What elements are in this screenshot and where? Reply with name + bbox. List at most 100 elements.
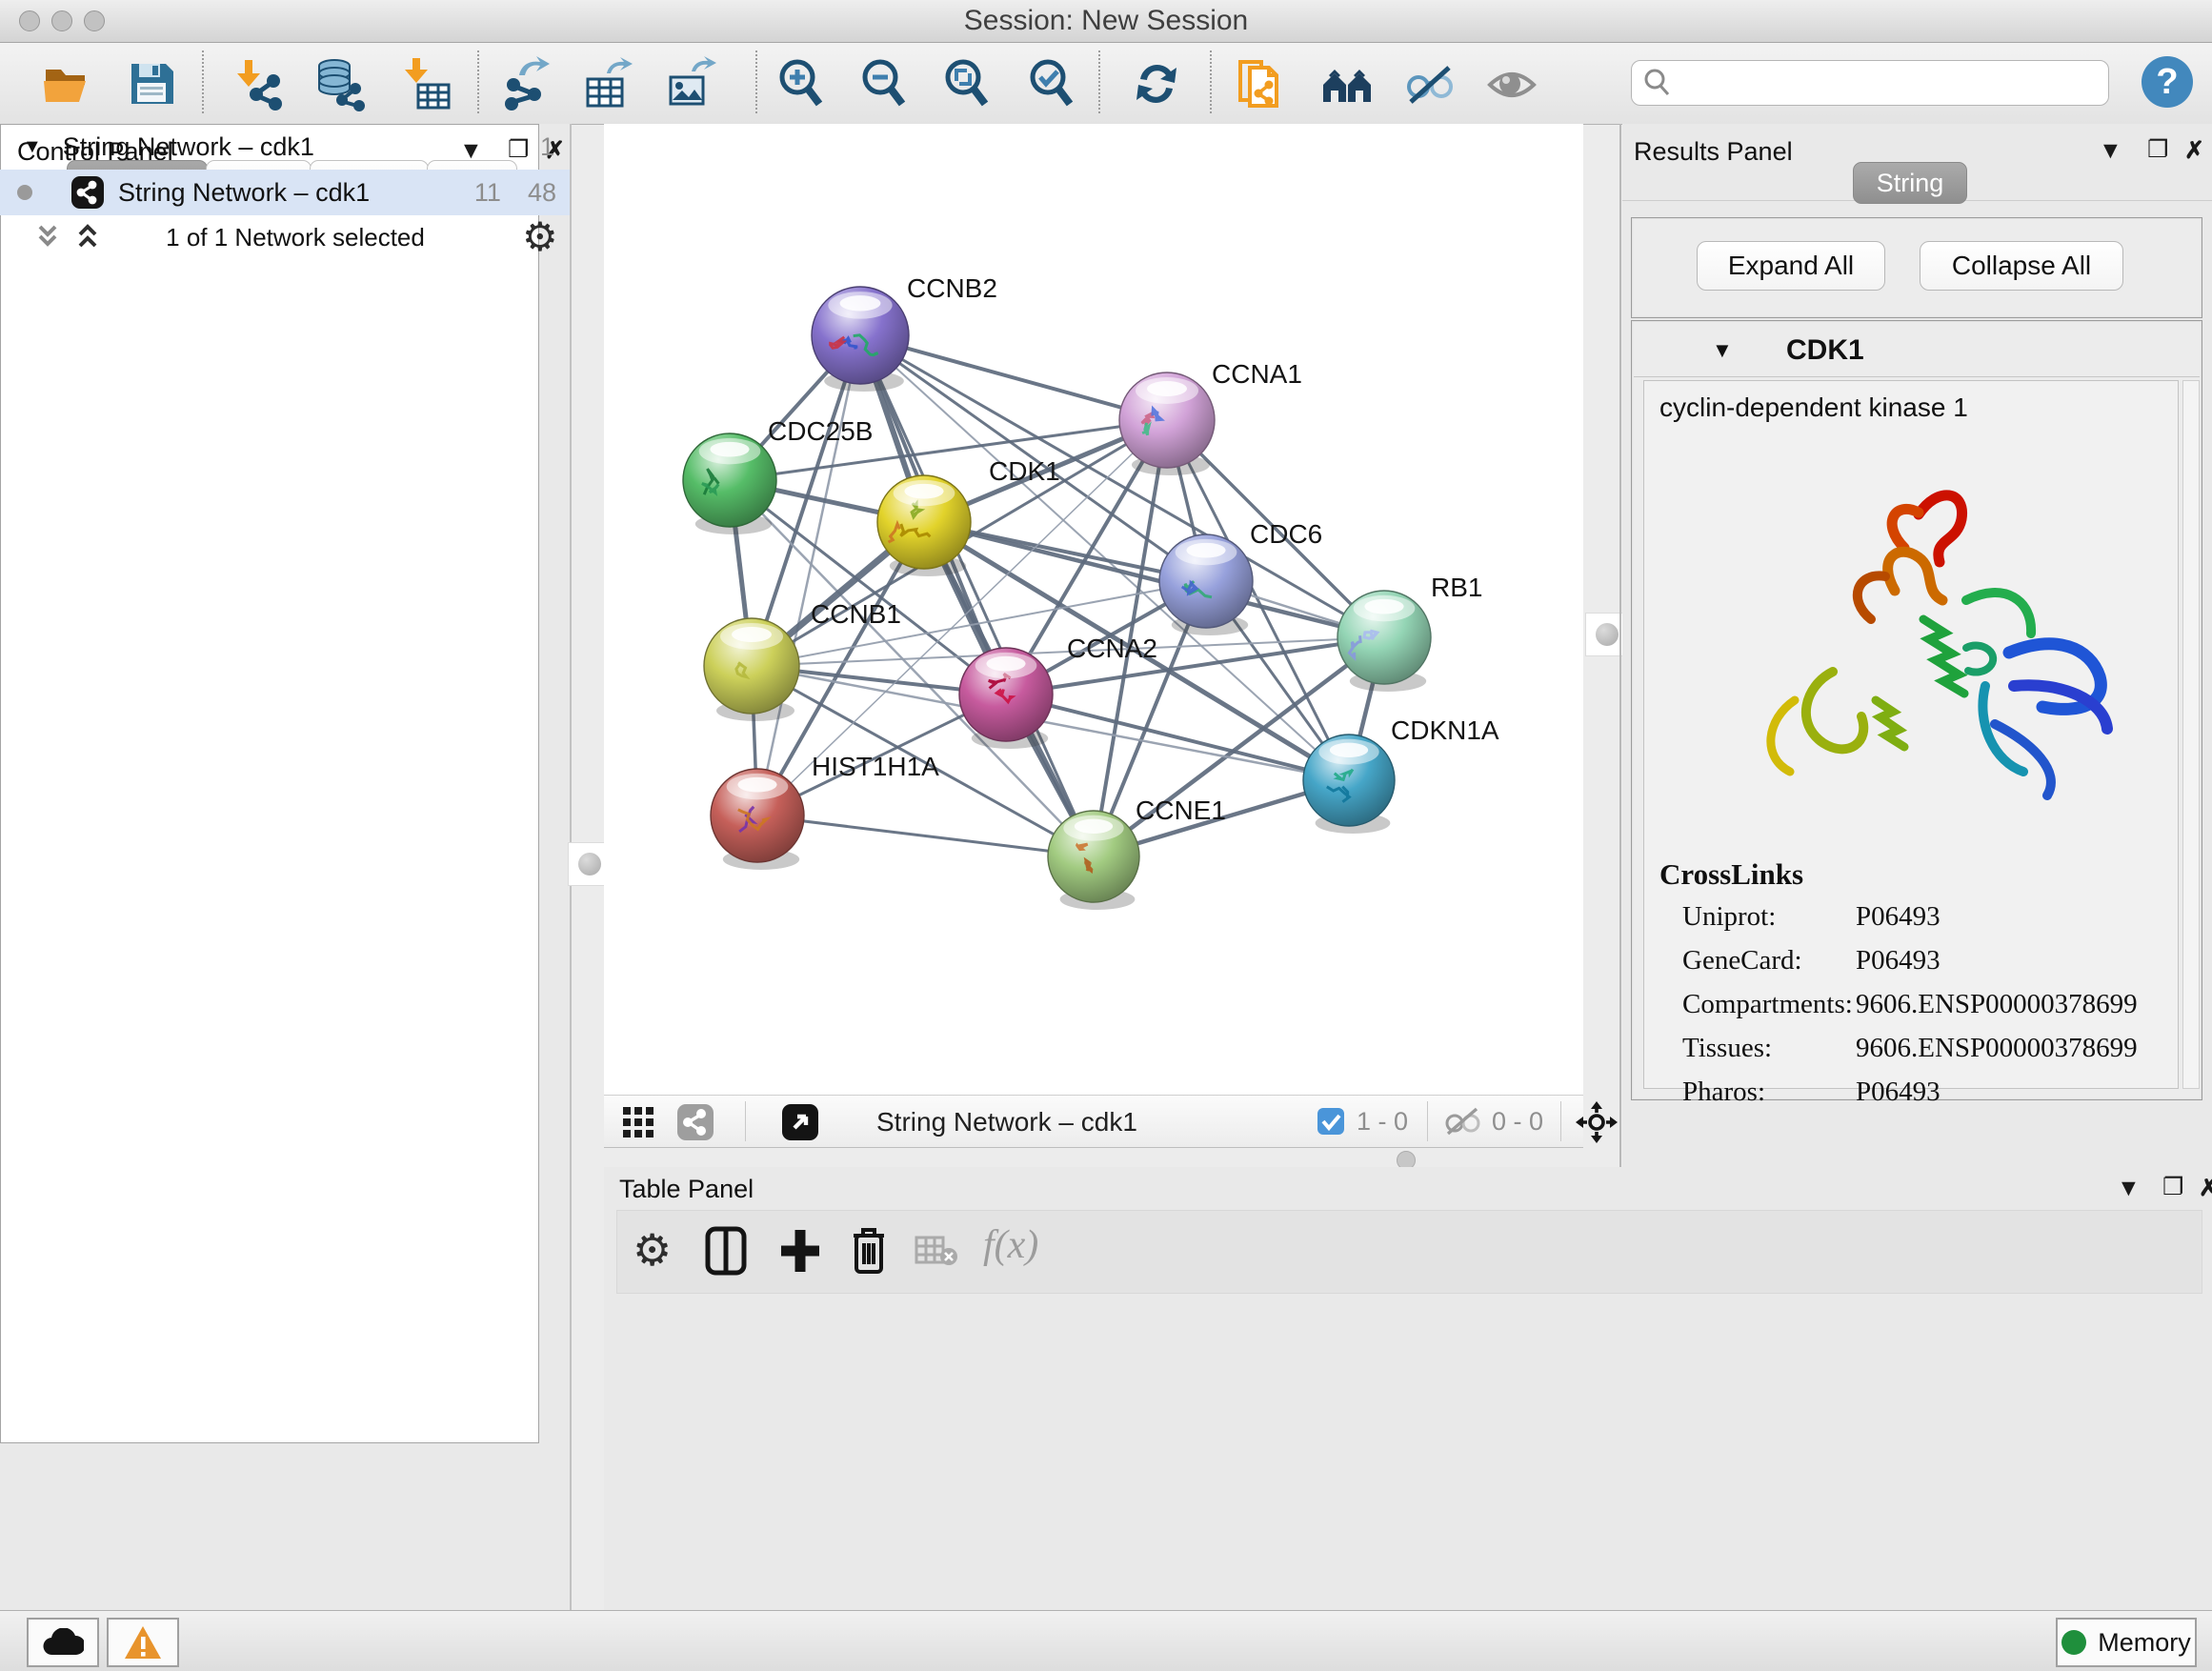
clone-network-icon[interactable] <box>1233 56 1288 111</box>
node-label-CDK1: CDK1 <box>989 456 1060 486</box>
node-label-CCNB2: CCNB2 <box>907 273 997 303</box>
table-panel-title: Table Panel <box>619 1175 754 1204</box>
network-collection-row[interactable]: ▼ String Network – cdk1 1 <box>0 124 570 170</box>
show-panel-eye-icon[interactable] <box>1484 56 1539 111</box>
collapse-all-button[interactable]: Collapse All <box>1920 241 2123 291</box>
toolbar-separator <box>477 50 479 113</box>
collection-label: String Network – cdk1 <box>63 132 314 162</box>
network-node-HIST1H1A[interactable]: HIST1H1A <box>711 752 939 870</box>
results-vertical-scrollbar[interactable] <box>2182 380 2200 1089</box>
edge-CCNB2-HIST1H1A <box>757 335 860 815</box>
add-column-plus-icon[interactable] <box>777 1226 823 1280</box>
selected-counter: 1 - 0 <box>1357 1107 1408 1137</box>
node-label-CCNE1: CCNE1 <box>1136 795 1226 825</box>
string-network-icon <box>70 175 105 210</box>
table-panel-menu-icon[interactable]: ▼ <box>2117 1175 2141 1202</box>
export-image-icon[interactable] <box>663 56 718 111</box>
node-label-HIST1H1A: HIST1H1A <box>812 752 939 781</box>
expand-all-chevron-icon[interactable] <box>72 221 103 256</box>
table-panel-close-icon[interactable]: ✗ <box>2199 1174 2212 1202</box>
collapse-all-chevron-icon[interactable] <box>32 221 63 256</box>
tab-string-results[interactable]: String <box>1853 162 1967 204</box>
toolbar-separator <box>1210 50 1212 113</box>
crosslinks-title: CrossLinks <box>1659 857 1803 892</box>
refresh-icon[interactable] <box>1129 56 1184 111</box>
toolbar-separator <box>1098 50 1100 113</box>
zoom-selected-icon[interactable] <box>1024 56 1079 111</box>
help-icon[interactable]: ? <box>2142 56 2193 108</box>
export-table-icon[interactable] <box>580 56 635 111</box>
open-session-icon[interactable] <box>40 56 95 111</box>
zoom-in-icon[interactable] <box>774 56 829 111</box>
crosslink-label: Pharos: <box>1682 1077 1765 1108</box>
zoom-out-icon[interactable] <box>856 56 912 111</box>
show-columns-icon[interactable] <box>705 1226 747 1280</box>
cdk1-entry-header[interactable]: ▼ CDK1 <box>1634 323 2200 377</box>
toolbar-separator <box>755 50 757 113</box>
import-table-icon[interactable] <box>399 56 454 111</box>
network-options-gear-icon[interactable]: ⚙ <box>522 213 558 260</box>
import-network-database-icon[interactable] <box>312 56 367 111</box>
export-network-icon[interactable] <box>498 56 553 111</box>
table-toolbar: ⚙ f(x) <box>616 1210 2202 1294</box>
table-panel-float-icon[interactable]: ❐ <box>2162 1173 2183 1201</box>
birdseye-view-icon[interactable] <box>781 1103 819 1146</box>
node-label-RB1: RB1 <box>1431 573 1482 602</box>
crosslink-pharos-link[interactable]: P06493 <box>1856 1077 1941 1108</box>
entry-name: CDK1 <box>1786 334 1864 367</box>
hidden-counter: 0 - 0 <box>1492 1107 1543 1137</box>
network-selected-status: 1 of 1 Network selected <box>124 223 467 252</box>
collection-expand-caret-icon[interactable]: ▼ <box>23 136 42 158</box>
network-view-toolbar: String Network – cdk1 1 - 0 0 - 0 <box>604 1095 1583 1148</box>
network-node-RB1[interactable]: RB1 <box>1337 573 1482 692</box>
network-node-CCNB2[interactable]: CCNB2 <box>812 273 997 392</box>
expand-all-button[interactable]: Expand All <box>1697 241 1885 291</box>
results-panel-close-icon[interactable]: ✗ <box>2184 136 2204 165</box>
network-canvas[interactable]: CCNB2CCNA1CDC25BCDK1CDC6RB1CCNB1CCNA2CDK… <box>604 124 1583 1095</box>
results-panel-menu-icon[interactable]: ▼ <box>2099 137 2122 165</box>
crosslink-genecard-link[interactable]: P06493 <box>1856 945 1941 976</box>
results-panel-float-icon[interactable]: ❐ <box>2147 135 2168 164</box>
crosslink-uniprot-link[interactable]: P06493 <box>1856 901 1941 933</box>
function-builder-icon: f(x) <box>983 1222 1038 1268</box>
save-session-icon[interactable] <box>124 56 179 111</box>
viewbar-separator <box>1427 1101 1428 1141</box>
network-status-dot-icon <box>17 185 32 200</box>
network-row-selected[interactable]: String Network – cdk1 11 48 <box>0 170 570 215</box>
main-toolbar: ? <box>0 43 2212 125</box>
hide-panel-icon[interactable] <box>1401 56 1457 111</box>
import-network-icon[interactable] <box>231 56 287 111</box>
search-input[interactable] <box>1631 60 2109 106</box>
control-panel: Control Panel ▼ ❐ ✗ Network Style Select… <box>0 124 572 1610</box>
entry-collapse-caret-icon[interactable]: ▼ <box>1712 338 1733 363</box>
zoom-fit-icon[interactable] <box>939 56 995 111</box>
network-node-CCNA1[interactable]: CCNA1 <box>1119 359 1302 475</box>
crosslink-compartments-link[interactable]: 9606.ENSP00000378699 <box>1856 989 2138 1020</box>
grid-view-icon[interactable] <box>621 1105 655 1144</box>
crosslink-label: Uniprot: <box>1682 901 1776 933</box>
node-label-CDC25B: CDC25B <box>768 416 873 446</box>
network-graph[interactable]: CCNB2CCNA1CDC25BCDK1CDC6RB1CCNB1CCNA2CDK… <box>604 124 1583 1095</box>
crosslink-label: Compartments: <box>1682 989 1853 1020</box>
cloud-button[interactable] <box>27 1618 99 1667</box>
crosslink-tissues-link[interactable]: 9606.ENSP00000378699 <box>1856 1033 2138 1064</box>
network-node-CDC6[interactable]: CDC6 <box>1159 519 1322 635</box>
network-node-CDKN1A[interactable]: CDKN1A <box>1303 715 1499 834</box>
node-label-CCNA2: CCNA2 <box>1067 634 1157 663</box>
network-node-CCNA2[interactable]: CCNA2 <box>959 634 1157 749</box>
crosslink-label: Tissues: <box>1682 1033 1772 1064</box>
warning-button[interactable] <box>107 1618 179 1667</box>
table-settings-gear-icon[interactable]: ⚙ <box>633 1224 672 1276</box>
selected-checkbox-icon[interactable] <box>1317 1107 1345 1140</box>
memory-button[interactable]: Memory <box>2056 1618 2197 1667</box>
delete-column-trash-icon[interactable] <box>848 1224 890 1280</box>
entry-description: cyclin-dependent kinase 1 <box>1659 393 1968 423</box>
network-node-count: 11 <box>474 178 501 208</box>
fit-content-crosshair-icon[interactable] <box>1576 1101 1618 1148</box>
node-label-CCNA1: CCNA1 <box>1212 359 1302 389</box>
protein-structure-image <box>1680 457 2138 843</box>
cloud-icon <box>42 1628 84 1657</box>
share-view-icon[interactable] <box>676 1103 714 1146</box>
edge-HIST1H1A-CCNE1 <box>757 815 1094 856</box>
string-home-icon[interactable] <box>1319 56 1375 111</box>
